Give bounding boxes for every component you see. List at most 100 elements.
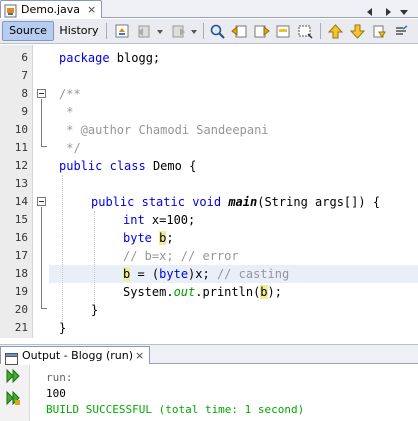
rectangular-selection-icon[interactable] — [297, 23, 314, 40]
code-text: = ( — [130, 267, 160, 281]
code-line-10: * @author Chamodi Sandeepani — [59, 123, 269, 137]
file-tab-label: Demo.java — [21, 3, 81, 16]
line-number: 8 — [21, 87, 28, 100]
scroll-left-icon — [367, 8, 372, 16]
line-number: 13 — [14, 177, 28, 190]
indent-guide — [62, 175, 63, 325]
keyword: static — [141, 195, 185, 209]
line-number: 11 — [14, 141, 28, 154]
toolbar-separator — [203, 23, 204, 39]
static-field: out — [173, 285, 196, 299]
shift-line-left-icon[interactable] — [393, 23, 410, 40]
toolbar-separator — [320, 23, 321, 39]
keyword: byte — [159, 267, 189, 281]
keyword: package — [59, 51, 110, 65]
last-edit-icon[interactable] — [114, 23, 131, 40]
code-line-17: // b=x; // error — [123, 249, 239, 263]
indent-guide — [94, 211, 95, 307]
code-text: Demo { — [145, 159, 197, 173]
output-line-run: run: — [46, 371, 73, 384]
code-text: System. — [123, 285, 174, 299]
keyword: int — [123, 213, 145, 227]
highlighted-variable: b — [260, 285, 268, 299]
rerun-with-parameters-icon[interactable] — [5, 390, 21, 410]
line-number: 18 — [14, 267, 28, 280]
keyword: public — [59, 159, 103, 173]
file-tab-demo-java[interactable]: Demo.java × — [0, 0, 102, 18]
forward-dropdown-icon[interactable] — [190, 23, 198, 40]
line-number: 15 — [14, 213, 28, 226]
source-button[interactable]: Source — [2, 21, 54, 41]
fold-toggle-icon[interactable] — [37, 89, 46, 98]
code-line-20: } — [91, 303, 99, 317]
code-line-21: } — [59, 321, 67, 335]
code-line-19: System.out.println(b); — [123, 283, 282, 301]
line-number: 14 — [14, 195, 28, 208]
output-line-value: 100 — [46, 387, 66, 400]
find-previous-icon[interactable] — [231, 23, 248, 40]
code-line-12: public class Demo { — [59, 157, 196, 175]
code-line-6: package blogg; — [59, 49, 160, 67]
output-line-build-status: BUILD SUCCESSFUL (total time: 1 second) — [46, 403, 305, 416]
line-number: 6 — [21, 51, 28, 64]
code-line-14: public static void main(String args[]) { — [91, 193, 380, 211]
fold-toggle-icon[interactable] — [37, 197, 46, 206]
line-number: 19 — [14, 285, 28, 298]
find-icon[interactable] — [209, 23, 226, 40]
code-line-11: */ — [59, 141, 81, 155]
editor-tab-strip: Demo.java × — [0, 0, 418, 18]
back-icon[interactable] — [136, 23, 153, 40]
rerun-icon[interactable] — [5, 368, 21, 388]
code-text: )x; — [188, 267, 217, 281]
code-editor[interactable]: 6 7 8 9 10 11 12 13 14 15 16 17 18 19 20… — [0, 45, 418, 338]
previous-bookmark-icon[interactable] — [327, 23, 344, 40]
line-number: 16 — [14, 231, 28, 244]
output-tab-strip: Output - Blogg (run) × — [0, 344, 418, 365]
code-comment: // casting — [216, 267, 290, 281]
code-text: x=100; — [144, 213, 196, 227]
code-text: ; — [166, 231, 174, 245]
code-line-9: * — [59, 105, 74, 119]
keyword: void — [192, 195, 222, 209]
line-number: 9 — [21, 105, 28, 118]
line-number: 12 — [14, 159, 28, 172]
line-number: 7 — [21, 69, 28, 82]
editor-toolbar: Source History — [0, 19, 418, 44]
output-tab-label: Output - Blogg (run) — [22, 349, 134, 362]
code-line-18: b = (byte)x; // casting — [123, 265, 289, 283]
line-number: 17 — [14, 249, 28, 262]
fold-guide-line — [41, 99, 42, 146]
fold-guide-end — [41, 308, 47, 309]
code-line-15: int x=100; — [123, 211, 195, 229]
code-line-8: /** — [59, 87, 81, 101]
toggle-highlight-icon[interactable] — [275, 23, 292, 40]
close-icon[interactable]: × — [135, 347, 144, 364]
code-line-16: byte b; — [123, 229, 174, 247]
line-number: 20 — [14, 303, 28, 316]
back-dropdown-icon[interactable] — [156, 23, 164, 40]
method-name: main — [228, 195, 258, 209]
output-side-toolbar — [0, 365, 30, 421]
forward-icon[interactable] — [170, 23, 187, 40]
close-icon[interactable]: × — [87, 2, 96, 17]
fold-guide-line — [41, 207, 42, 308]
output-tab[interactable]: Output - Blogg (run) × — [0, 346, 150, 365]
code-text: ); — [267, 285, 282, 299]
scroll-right-icon — [386, 8, 391, 16]
find-next-icon[interactable] — [253, 23, 270, 40]
toggle-bookmark-icon[interactable] — [371, 23, 388, 40]
code-text: (String args[]) { — [257, 195, 381, 209]
history-button[interactable]: History — [56, 21, 102, 41]
code-text: blogg; — [109, 51, 161, 65]
keyword: public — [91, 195, 135, 209]
tab-list-icon — [400, 10, 408, 15]
keyword: byte — [123, 231, 152, 245]
code-text: .println( — [195, 285, 261, 299]
next-bookmark-icon[interactable] — [349, 23, 366, 40]
line-number: 10 — [14, 123, 28, 136]
fold-guide-end — [41, 146, 47, 147]
line-number: 21 — [14, 321, 28, 334]
toolbar-separator — [106, 23, 107, 39]
line-number-gutter: 6 7 8 9 10 11 12 13 14 15 16 17 18 19 20… — [0, 45, 33, 338]
keyword: class — [109, 159, 146, 173]
